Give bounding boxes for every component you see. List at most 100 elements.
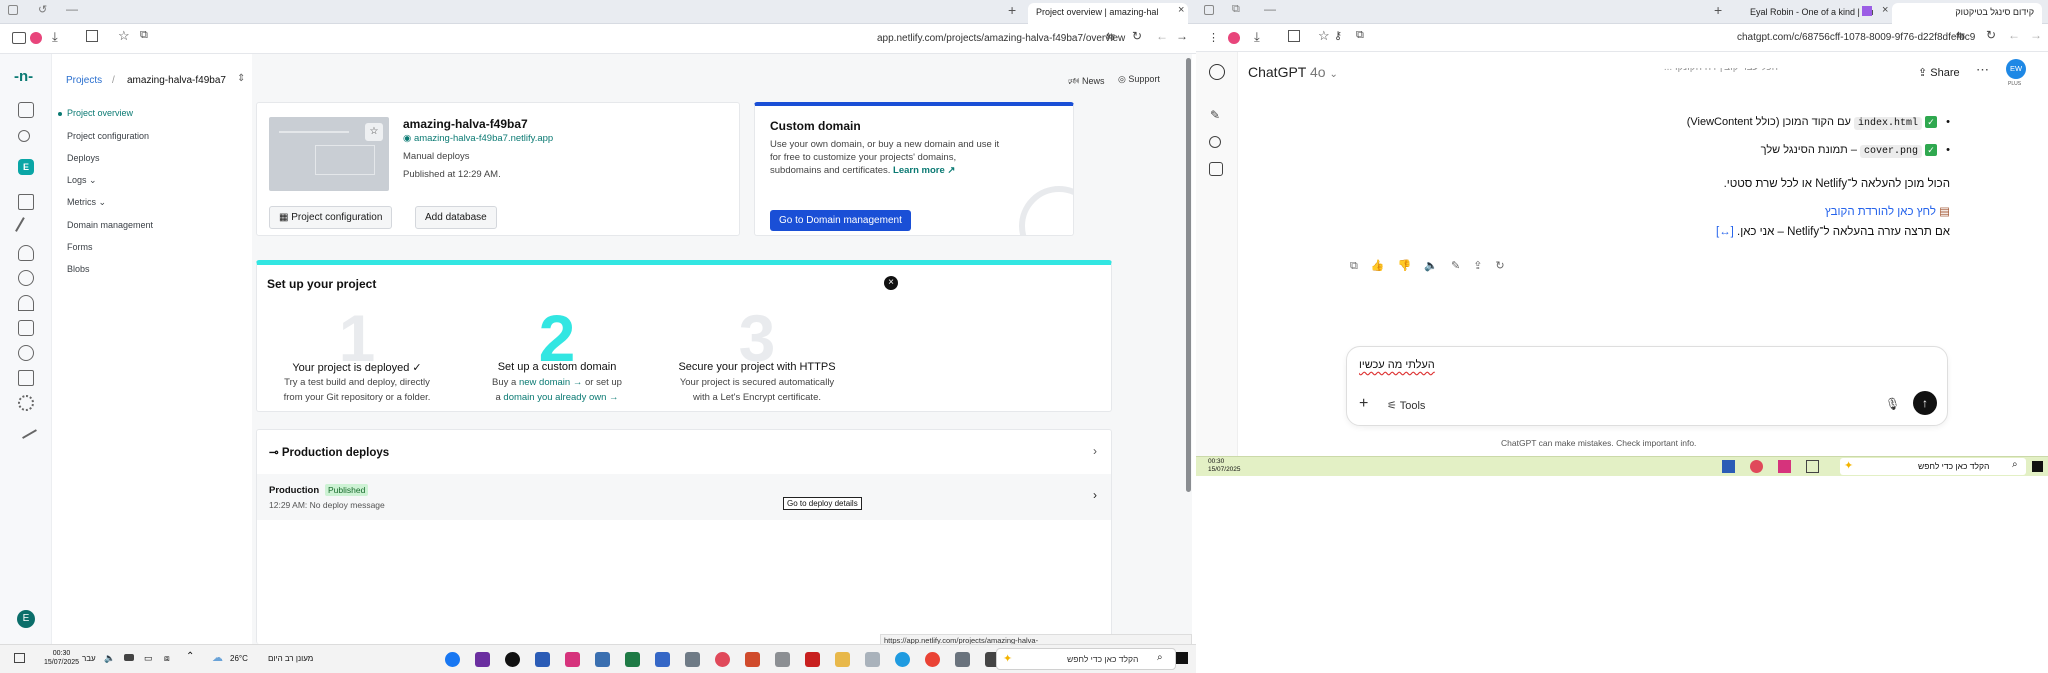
- site-url-link[interactable]: ◉ amazing-halva-f49ba7.netlify.app: [403, 133, 553, 144]
- team-icon[interactable]: E: [18, 159, 34, 175]
- volume-icon[interactable]: 🔈: [104, 653, 115, 664]
- back-icon[interactable]: ←: [2008, 28, 2020, 42]
- minimize-icon[interactable]: —: [66, 2, 78, 16]
- project-configuration-button[interactable]: ▦ Project configuration: [269, 206, 393, 229]
- restore-icon[interactable]: ⧉: [1232, 3, 1240, 16]
- facebook-icon[interactable]: [445, 652, 460, 667]
- deploy-details-tooltip[interactable]: Go to deploy details: [783, 497, 862, 510]
- favorite-star-icon[interactable]: ☆: [1318, 28, 1330, 44]
- tab-netlify[interactable]: Project overview | amazing-hal: [1028, 3, 1188, 24]
- notification-icon[interactable]: [14, 653, 25, 663]
- settings-gear-icon[interactable]: [18, 395, 34, 411]
- sidebar-toggle-icon[interactable]: ⋮: [1208, 31, 1219, 44]
- nav-project-overview[interactable]: Project overview: [67, 108, 133, 118]
- profile-icon[interactable]: [30, 32, 42, 44]
- avatar[interactable]: E: [17, 610, 35, 628]
- nav-logs[interactable]: Logs ⌄: [67, 175, 97, 186]
- edit-icon[interactable]: [15, 417, 37, 439]
- battery-icon[interactable]: ▭: [144, 653, 153, 664]
- favorite-star-icon[interactable]: ☆: [365, 123, 383, 141]
- collections-icon[interactable]: ⧉: [1356, 29, 1364, 42]
- windows-start-icon[interactable]: [2032, 461, 2043, 472]
- user-avatar[interactable]: EW: [2006, 59, 2026, 79]
- logs-icon[interactable]: [18, 370, 34, 386]
- download-icon[interactable]: ⤓: [1254, 29, 1260, 45]
- forward-icon[interactable]: →: [1176, 29, 1188, 43]
- tools-button[interactable]: ⚟ Tools: [1387, 399, 1425, 412]
- breadcrumb-root[interactable]: Projects: [66, 75, 102, 86]
- powerpoint-icon[interactable]: [745, 652, 760, 667]
- billing-icon[interactable]: [18, 320, 34, 336]
- code-link-icon[interactable]: [↔]: [1716, 226, 1734, 238]
- domain-management-button[interactable]: Go to Domain management: [770, 210, 911, 231]
- own-domain-link[interactable]: domain you already own →: [503, 392, 618, 403]
- address-bar[interactable]: app.netlify.com/projects/amazing-halva-f…: [877, 33, 1125, 44]
- openai-logo-icon[interactable]: [1209, 64, 1225, 80]
- add-database-button[interactable]: Add database: [415, 206, 497, 229]
- nav-metrics[interactable]: Metrics ⌄: [67, 197, 106, 208]
- clock[interactable]: 00:30 15/07/2025: [44, 649, 79, 667]
- instagram-icon[interactable]: [565, 652, 580, 667]
- forward-icon[interactable]: →: [2030, 28, 2042, 42]
- clock[interactable]: 00:30 15/07/2025: [1208, 458, 1241, 474]
- chevron-right-icon[interactable]: ›: [1093, 488, 1097, 502]
- edit-icon[interactable]: ✎: [1451, 260, 1473, 272]
- domains-icon[interactable]: [18, 270, 34, 286]
- folder-icon[interactable]: [835, 652, 850, 667]
- pdf-icon[interactable]: [805, 652, 820, 667]
- lock-app-icon[interactable]: [955, 652, 970, 667]
- nav-project-configuration[interactable]: Project configuration: [67, 131, 149, 141]
- favorite-star-icon[interactable]: ☆: [118, 28, 130, 44]
- library-icon[interactable]: [1209, 162, 1223, 176]
- profile-icon[interactable]: [1228, 32, 1240, 44]
- word-icon[interactable]: [535, 652, 550, 667]
- chrome-icon[interactable]: [925, 652, 940, 667]
- extensions-icon[interactable]: [1288, 30, 1300, 42]
- chevron-right-icon[interactable]: ›: [1093, 444, 1097, 458]
- copy-icon[interactable]: ⧉: [1350, 260, 1371, 272]
- taskbar-search[interactable]: ✦ הקלד כאן כדי לחפש ⌕: [1840, 458, 2026, 475]
- search-icon[interactable]: [18, 130, 30, 142]
- reload-icon[interactable]: ↻: [1132, 29, 1142, 43]
- nav-domain-management[interactable]: Domain management: [67, 220, 153, 230]
- calculator-icon[interactable]: [595, 652, 610, 667]
- window-menu-icon[interactable]: [1204, 5, 1214, 15]
- chevron-up-icon[interactable]: ⌃: [186, 651, 194, 662]
- tab-close-icon[interactable]: ×: [1178, 4, 1184, 16]
- extensions-nav-icon[interactable]: [18, 245, 34, 261]
- security-icon[interactable]: [18, 345, 34, 361]
- project-switcher-icon[interactable]: ⇕: [237, 73, 245, 84]
- news-link[interactable]: 🕬 News: [1068, 74, 1105, 90]
- composer[interactable]: העלתי מה עכשיו + ⚟ Tools 🎙 ↑: [1346, 346, 1948, 426]
- tiktok-icon[interactable]: [505, 652, 520, 667]
- task-view-icon[interactable]: [1806, 460, 1819, 473]
- tab-share-icon[interactable]: ⇆: [1956, 29, 1965, 42]
- projects-icon[interactable]: [18, 194, 34, 210]
- language-indicator[interactable]: עבר: [82, 654, 96, 663]
- add-attachment-icon[interactable]: +: [1359, 395, 1368, 413]
- excel-icon[interactable]: [625, 652, 640, 667]
- nav-blobs[interactable]: Blobs: [67, 264, 90, 274]
- instagram-icon[interactable]: [1778, 460, 1791, 473]
- edge-icon[interactable]: [895, 652, 910, 667]
- new-tab-icon[interactable]: +: [1008, 2, 1016, 18]
- members-icon[interactable]: [18, 295, 34, 311]
- onenote-icon[interactable]: [475, 652, 490, 667]
- key-icon[interactable]: ⚷: [1334, 29, 1342, 42]
- camera-icon[interactable]: [685, 652, 700, 667]
- sidebar-toggle-icon[interactable]: [12, 32, 26, 44]
- learn-more-link[interactable]: Learn more ↗: [893, 165, 955, 176]
- share-button[interactable]: ⇪ Share: [1918, 66, 1960, 79]
- nav-forms[interactable]: Forms: [67, 242, 93, 252]
- windows-start-icon[interactable]: [1176, 652, 1188, 664]
- new-chat-icon[interactable]: ✎: [1210, 108, 1220, 122]
- share-icon[interactable]: ⇪: [1473, 260, 1495, 272]
- edge-profile-icon[interactable]: [715, 652, 730, 667]
- read-aloud-icon[interactable]: 🔈: [1424, 260, 1451, 272]
- nav-deploys[interactable]: Deploys: [67, 153, 100, 163]
- more-options-icon[interactable]: ⋯: [1976, 62, 1989, 78]
- production-row[interactable]: Production Published 12:29 AM: No deploy…: [257, 474, 1111, 520]
- notes-icon[interactable]: [655, 652, 670, 667]
- close-icon[interactable]: ×: [884, 276, 898, 290]
- taskbar-search[interactable]: ✦ הקלד כאן כדי לחפש ⌕: [996, 648, 1176, 670]
